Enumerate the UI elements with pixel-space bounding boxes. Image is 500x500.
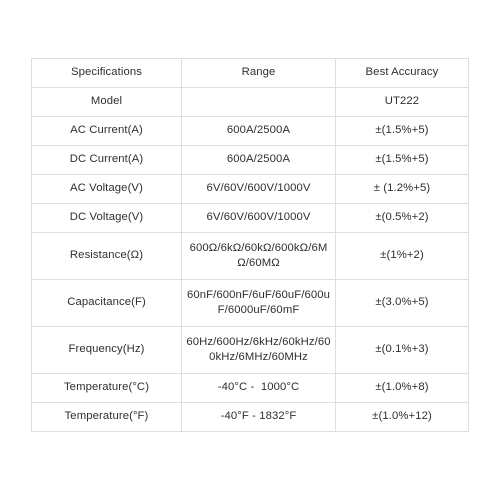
spec-range-cell: 600Ω/6kΩ/60kΩ/600kΩ/6MΩ/60MΩ [181,232,336,280]
spec-range-cell: 6V/60V/600V/1000V [181,174,336,204]
table-row: Temperature(°F) -40°F - 1832°F ±(1.0%+12… [31,402,469,432]
spec-name-label: Resistance(Ω) [69,249,144,262]
spec-accuracy-value: ±(3.0%+5) [375,296,429,309]
spec-range-cell: 600A/2500A [181,145,336,175]
spec-range-value: 600A/2500A [226,124,291,137]
table-row: Temperature(°C) -40°C - 1000°C ±(1.0%+8) [31,373,469,403]
spec-name-label: AC Current(A) [70,124,143,137]
spec-range-cell: -40°F - 1832°F [181,402,336,432]
table-row: Resistance(Ω) 600Ω/6kΩ/60kΩ/600kΩ/6MΩ/60… [31,232,469,280]
spec-range-cell: 600A/2500A [181,116,336,146]
column-header-best-accuracy-label: Best Accuracy [365,66,439,79]
spec-accuracy-cell: ±(1.5%+5) [335,145,469,175]
spec-range-cell: -40°C - 1000°C [181,373,336,403]
spec-range-cell: 6V/60V/600V/1000V [181,203,336,233]
column-header-best-accuracy: Best Accuracy [335,58,469,88]
spec-accuracy-cell: ±(1.5%+5) [335,116,469,146]
spec-accuracy-cell: ±(1%+2) [335,232,469,280]
spec-accuracy-value: UT222 [384,95,420,108]
column-header-specifications: Specifications [31,58,182,88]
spec-range-value: 600A/2500A [226,153,291,166]
spec-accuracy-cell: ± (1.2%+5) [335,174,469,204]
column-header-specifications-label: Specifications [70,66,143,79]
spec-range-cell: 60Hz/600Hz/6kHz/60kHz/600kHz/6MHz/60MHz [181,326,336,374]
table-body: Specifications Range Best Accuracy Model… [31,58,469,432]
spec-accuracy-cell: ±(0.5%+2) [335,203,469,233]
spec-range-cell: 60nF/600nF/6uF/60uF/600uF/6000uF/60mF [181,279,336,327]
table-row: Capacitance(F) 60nF/600nF/6uF/60uF/600uF… [31,279,469,327]
spec-accuracy-cell: ±(1.0%+8) [335,373,469,403]
spec-name-cell: DC Voltage(V) [31,203,182,233]
spec-accuracy-cell: UT222 [335,87,469,117]
spec-accuracy-cell: ±(3.0%+5) [335,279,469,327]
table-row: Frequency(Hz) 60Hz/600Hz/6kHz/60kHz/600k… [31,326,469,374]
spec-name-label: Temperature(°C) [63,381,150,394]
spec-name-cell: Model [31,87,182,117]
spec-range-cell [181,87,336,117]
table-header-row: Specifications Range Best Accuracy [31,58,469,88]
spec-range-value: -40°C - 1000°C [217,381,300,394]
table-row: DC Current(A) 600A/2500A ±(1.5%+5) [31,145,469,175]
spec-range-value: -40°F - 1832°F [220,410,297,423]
spec-accuracy-value: ±(1.0%+12) [372,410,432,423]
spec-name-cell: AC Current(A) [31,116,182,146]
spec-name-label: Capacitance(F) [67,296,146,309]
spec-name-cell: DC Current(A) [31,145,182,175]
spec-name-label: DC Current(A) [69,153,144,166]
spec-range-value: 6V/60V/600V/1000V [206,182,311,195]
spec-name-cell: AC Voltage(V) [31,174,182,204]
spec-name-label: Model [90,95,123,108]
spec-range-value: 6V/60V/600V/1000V [206,211,311,224]
spec-accuracy-value: ±(0.1%+3) [375,343,429,356]
spec-accuracy-value: ±(1.0%+8) [375,381,429,394]
table-row: DC Voltage(V) 6V/60V/600V/1000V ±(0.5%+2… [31,203,469,233]
specification-sheet: Specifications Range Best Accuracy Model… [0,0,500,500]
spec-name-cell: Resistance(Ω) [31,232,182,280]
table-row: AC Voltage(V) 6V/60V/600V/1000V ± (1.2%+… [31,174,469,204]
spec-name-cell: Temperature(°F) [31,402,182,432]
spec-accuracy-value: ±(1.5%+5) [375,124,429,137]
spec-range-value: 600Ω/6kΩ/60kΩ/600kΩ/6MΩ/60MΩ [189,241,328,270]
spec-name-label: DC Voltage(V) [69,211,144,224]
spec-name-cell: Capacitance(F) [31,279,182,327]
spec-accuracy-cell: ±(0.1%+3) [335,326,469,374]
spec-accuracy-value: ±(0.5%+2) [375,211,429,224]
column-header-range: Range [181,58,336,88]
spec-accuracy-value: ±(1.5%+5) [375,153,429,166]
spec-name-label: Temperature(°F) [64,410,149,423]
spec-name-cell: Frequency(Hz) [31,326,182,374]
spec-accuracy-value: ± (1.2%+5) [373,182,431,195]
spec-range-value: 60Hz/600Hz/6kHz/60kHz/600kHz/6MHz/60MHz [186,335,331,364]
spec-accuracy-cell: ±(1.0%+12) [335,402,469,432]
table-row: AC Current(A) 600A/2500A ±(1.5%+5) [31,116,469,146]
table-row: Model UT222 [31,87,469,117]
spec-name-label: AC Voltage(V) [70,182,143,195]
spec-name-label: Frequency(Hz) [68,343,145,356]
spec-name-cell: Temperature(°C) [31,373,182,403]
spec-range-value: 60nF/600nF/6uF/60uF/600uF/6000uF/60mF [186,288,331,317]
column-header-range-label: Range [241,66,276,79]
spec-accuracy-value: ±(1%+2) [380,249,424,262]
specifications-table: Specifications Range Best Accuracy Model… [31,58,469,432]
